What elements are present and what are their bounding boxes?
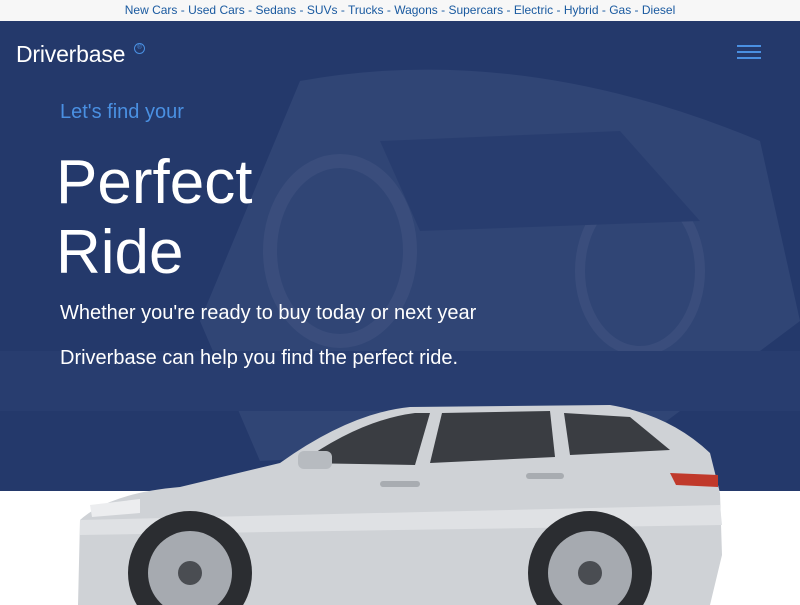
hero-subline-2: Driverbase can help you find the perfect… bbox=[60, 347, 458, 369]
nav-link-sedans[interactable]: Sedans bbox=[255, 3, 296, 17]
nav-link-diesel[interactable]: Diesel bbox=[642, 3, 675, 17]
hero-headline: Perfect Ride bbox=[56, 148, 252, 288]
nav-link-supercars[interactable]: Supercars bbox=[448, 3, 503, 17]
nav-link-new-cars[interactable]: New Cars bbox=[125, 3, 178, 17]
category-nav: New Cars - Used Cars - Sedans - SUVs - T… bbox=[0, 0, 800, 21]
nav-link-wagons[interactable]: Wagons bbox=[394, 3, 438, 17]
registered-mark: ® bbox=[134, 43, 145, 54]
suv-car-image bbox=[78, 405, 722, 605]
hero-subline-1: Whether you're ready to buy today or nex… bbox=[60, 302, 477, 324]
nav-link-suvs[interactable]: SUVs bbox=[307, 3, 338, 17]
hero-headline-line-1: Perfect bbox=[56, 148, 253, 217]
site-header: Driverbase ® bbox=[16, 41, 145, 71]
nav-link-electric[interactable]: Electric bbox=[514, 3, 553, 17]
hero-kicker: Let's find your bbox=[60, 101, 184, 123]
nav-link-trucks[interactable]: Trucks bbox=[348, 3, 384, 17]
site-logo[interactable]: Driverbase bbox=[16, 41, 125, 67]
nav-link-hybrid[interactable]: Hybrid bbox=[564, 3, 599, 17]
nav-link-used-cars[interactable]: Used Cars bbox=[188, 3, 245, 17]
hero-headline-line-2: Ride bbox=[56, 218, 184, 287]
nav-link-gas[interactable]: Gas bbox=[609, 3, 631, 17]
hamburger-menu-icon[interactable] bbox=[737, 45, 761, 61]
